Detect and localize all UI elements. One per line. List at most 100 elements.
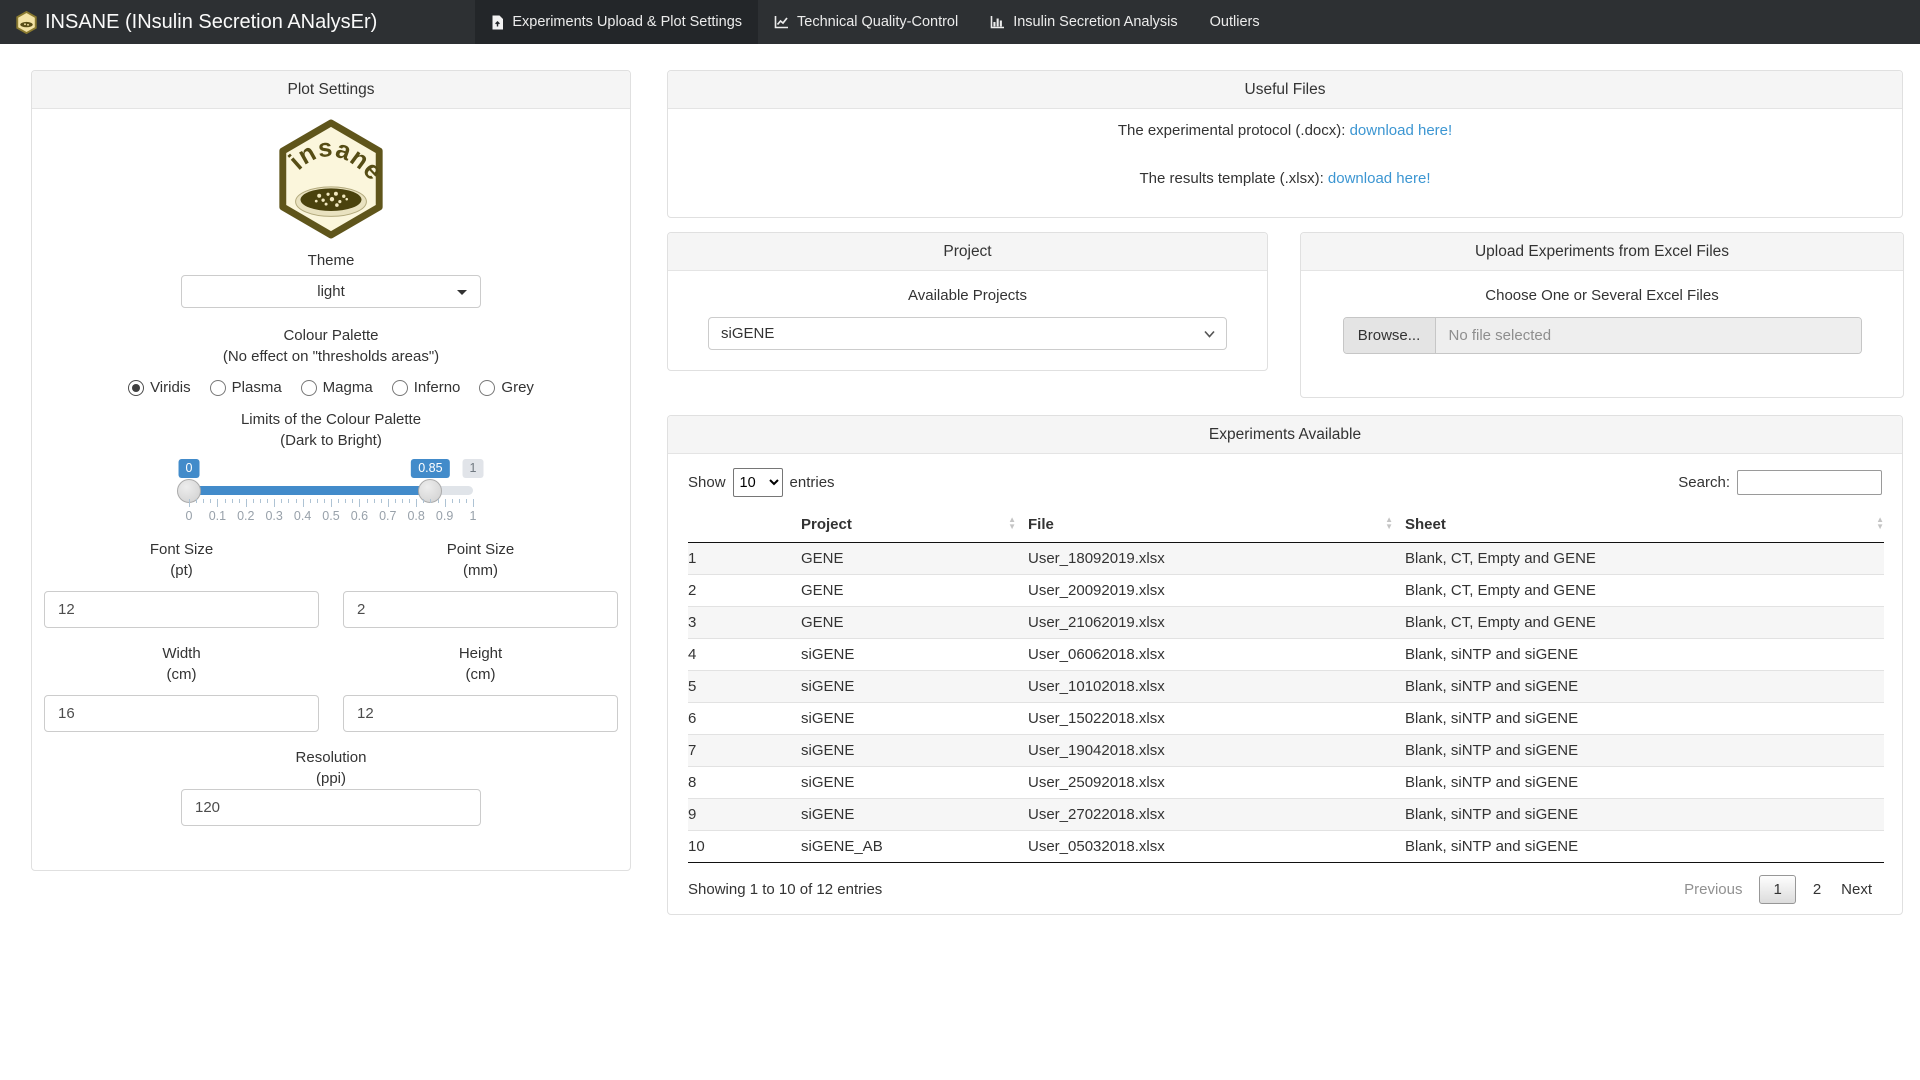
table-row[interactable]: 6siGENEUser_15022018.xlsxBlank, siNTP an…	[688, 703, 1884, 735]
protocol-download-link[interactable]: download here!	[1350, 122, 1453, 139]
resolution-label: Resolution	[32, 747, 630, 768]
slider-tick	[338, 499, 339, 503]
radio-inferno[interactable]: Inferno	[392, 379, 461, 396]
slider-tick	[331, 499, 332, 507]
slider-tick	[402, 499, 403, 503]
slider-tick	[246, 499, 247, 507]
brand[interactable]: INSANE (INsulin Secretion ANalysEr)	[0, 0, 393, 44]
height-label: Height	[343, 643, 618, 664]
font-size-input[interactable]	[44, 591, 319, 628]
radio-label: Inferno	[414, 379, 461, 396]
table-cell: GENE	[801, 543, 1028, 575]
template-download-link[interactable]: download here!	[1328, 170, 1431, 187]
table-cell: 10	[688, 831, 801, 863]
radio-plasma[interactable]: Plasma	[210, 379, 282, 396]
file-upload-icon	[491, 15, 504, 30]
slider-range	[189, 486, 430, 495]
project-title: Project	[668, 233, 1267, 271]
table-cell: Blank, CT, Empty and GENE	[1405, 575, 1884, 607]
radio-button-icon[interactable]	[479, 380, 495, 396]
slider-tick	[459, 499, 460, 503]
resolution-input[interactable]	[181, 789, 481, 826]
table-search-input[interactable]	[1737, 470, 1882, 495]
slider-tick	[430, 499, 431, 503]
table-cell: User_27022018.xlsx	[1028, 799, 1405, 831]
colour-palette-label: Colour Palette	[32, 325, 630, 346]
table-row[interactable]: 5siGENEUser_10102018.xlsxBlank, siNTP an…	[688, 671, 1884, 703]
radio-button-icon[interactable]	[128, 380, 144, 396]
radio-grey[interactable]: Grey	[479, 379, 534, 396]
slider-tick	[288, 499, 289, 503]
slider-tick	[310, 499, 311, 503]
table-cell: 2	[688, 575, 801, 607]
table-row[interactable]: 10siGENE_ABUser_05032018.xlsxBlank, siNT…	[688, 831, 1884, 863]
slider-tick	[196, 499, 197, 503]
tab-outliers[interactable]: Outliers	[1194, 0, 1276, 44]
choose-files-label: Choose One or Several Excel Files	[1301, 287, 1903, 304]
slider-tick	[232, 499, 233, 503]
table-row[interactable]: 2GENEUser_20092019.xlsxBlank, CT, Empty …	[688, 575, 1884, 607]
table-cell: 7	[688, 735, 801, 767]
table-row[interactable]: 3GENEUser_21062019.xlsxBlank, CT, Empty …	[688, 607, 1884, 639]
template-line: The results template (.xlsx): download h…	[668, 170, 1902, 187]
pagination-page-2[interactable]: 2	[1803, 875, 1831, 904]
app-logo-icon	[16, 11, 37, 34]
tab-experiments-upload-plot-settings[interactable]: Experiments Upload & Plot Settings	[475, 0, 758, 44]
slider-tick	[367, 499, 368, 503]
slider-tick	[473, 499, 474, 507]
theme-select[interactable]: light	[181, 275, 481, 308]
experiments-title: Experiments Available	[668, 416, 1902, 454]
column-header-file[interactable]: File ▲▼	[1028, 507, 1405, 543]
show-label: Show	[688, 474, 726, 491]
tab-insulin-secretion-analysis[interactable]: Insulin Secretion Analysis	[974, 0, 1193, 44]
table-cell: User_18092019.xlsx	[1028, 543, 1405, 575]
pagination-page-1[interactable]: 1	[1759, 875, 1795, 904]
experiments-table: Project ▲▼ File ▲▼ Sheet ▲▼ 1GENEUser_18…	[688, 507, 1884, 863]
project-select[interactable]: siGENE	[708, 317, 1227, 350]
table-cell: 8	[688, 767, 801, 799]
radio-viridis[interactable]: Viridis	[128, 379, 191, 396]
page-length-select[interactable]: 10	[733, 468, 783, 497]
column-header-sheet[interactable]: Sheet ▲▼	[1405, 507, 1884, 543]
radio-button-icon[interactable]	[301, 380, 317, 396]
table-header-row: Project ▲▼ File ▲▼ Sheet ▲▼	[688, 507, 1884, 543]
table-cell: User_20092019.xlsx	[1028, 575, 1405, 607]
colour-palette-note: (No effect on "thresholds areas")	[32, 346, 630, 367]
table-cell: Blank, siNTP and siGENE	[1405, 703, 1884, 735]
slider-tick	[374, 499, 375, 503]
radio-button-icon[interactable]	[210, 380, 226, 396]
point-size-input[interactable]	[343, 591, 618, 628]
table-cell: 4	[688, 639, 801, 671]
pagination-next[interactable]: Next	[1831, 875, 1882, 904]
radio-button-icon[interactable]	[392, 380, 408, 396]
pagination-previous[interactable]: Previous	[1674, 875, 1752, 904]
slider-tick	[203, 499, 204, 503]
experiments-panel: Experiments Available Show 10 entries Se…	[667, 415, 1903, 915]
table-info: Showing 1 to 10 of 12 entries	[688, 881, 882, 898]
radio-magma[interactable]: Magma	[301, 379, 373, 396]
width-input[interactable]	[44, 695, 319, 732]
table-cell: Blank, siNTP and siGENE	[1405, 671, 1884, 703]
slider-tick	[466, 499, 467, 503]
table-row[interactable]: 7siGENEUser_19042018.xlsxBlank, siNTP an…	[688, 735, 1884, 767]
table-row[interactable]: 8siGENEUser_25092018.xlsxBlank, siNTP an…	[688, 767, 1884, 799]
column-header-index[interactable]	[688, 507, 801, 543]
column-header-project[interactable]: Project ▲▼	[801, 507, 1028, 543]
radio-label: Viridis	[150, 379, 191, 396]
table-row[interactable]: 4siGENEUser_06062018.xlsxBlank, siNTP an…	[688, 639, 1884, 671]
height-input[interactable]	[343, 695, 618, 732]
tab-technical-quality-control[interactable]: Technical Quality-Control	[758, 0, 974, 44]
slider-tick	[210, 499, 211, 503]
slider-tick	[423, 499, 424, 503]
table-cell: siGENE	[801, 767, 1028, 799]
table-row[interactable]: 1GENEUser_18092019.xlsxBlank, CT, Empty …	[688, 543, 1884, 575]
navbar: INSANE (INsulin Secretion ANalysEr) Expe…	[0, 0, 1920, 44]
browse-button[interactable]: Browse...	[1344, 318, 1436, 353]
table-cell: User_05032018.xlsx	[1028, 831, 1405, 863]
search-label: Search:	[1678, 474, 1730, 491]
plot-settings-title: Plot Settings	[32, 71, 630, 109]
file-name-field: No file selected	[1436, 318, 1861, 353]
useful-files-title: Useful Files	[668, 71, 1902, 109]
table-cell: siGENE	[801, 671, 1028, 703]
table-row[interactable]: 9siGENEUser_27022018.xlsxBlank, siNTP an…	[688, 799, 1884, 831]
